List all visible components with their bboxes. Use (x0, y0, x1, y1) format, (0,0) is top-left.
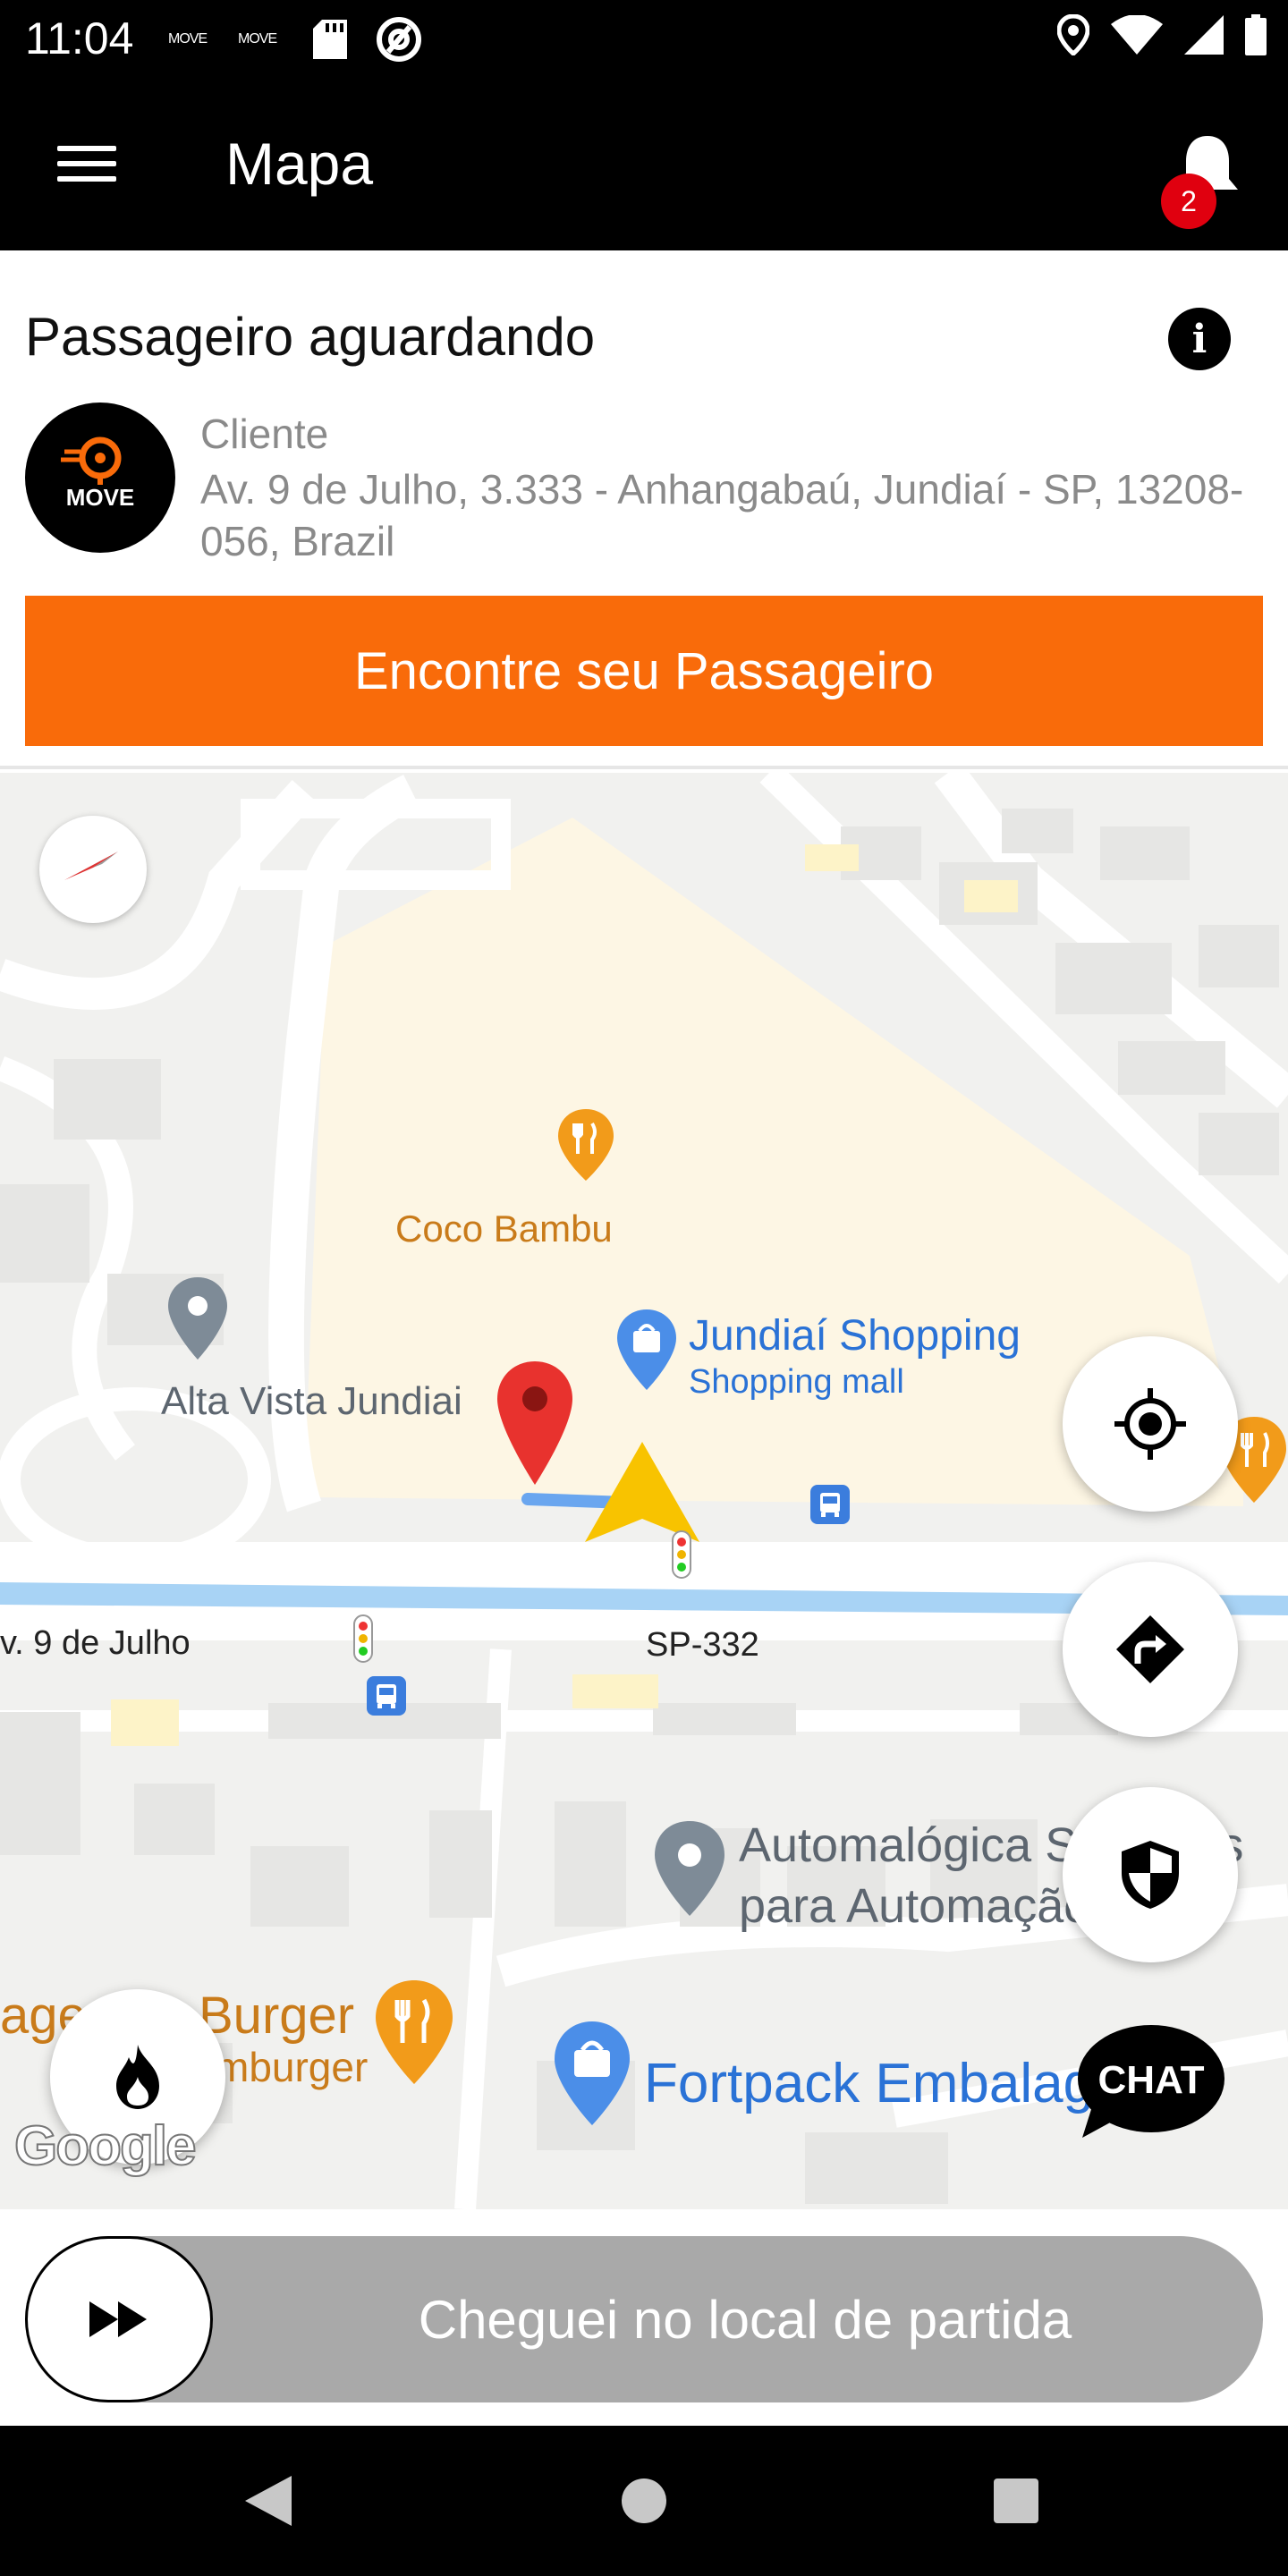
road-label-av-9-julho: v. 9 de Julho (0, 1624, 191, 1662)
arrival-slider[interactable]: Cheguei no local de partida (25, 2236, 1263, 2402)
google-logo: Google (13, 2114, 198, 2178)
place-label-automalogica-2: para Automação (739, 1879, 1091, 1933)
fast-forward-icon (89, 2301, 147, 2337)
status-time: 11:04 (25, 13, 134, 64)
status-bar: 11:04 MOVE MOVE (0, 0, 1288, 80)
traffic-light-icon (672, 1530, 691, 1579)
avatar: MOVE (25, 402, 175, 553)
home-icon (622, 2479, 666, 2523)
find-passenger-button[interactable]: Encontre seu Passageiro (25, 596, 1263, 746)
place-label-alta-vista: Alta Vista Jundiai (161, 1379, 462, 1423)
menu-button[interactable] (47, 123, 127, 204)
shopping-pin-icon[interactable] (553, 2020, 631, 2127)
home-button[interactable] (608, 2465, 680, 2537)
passenger-card: Passageiro aguardando i MOVE Cliente Av.… (0, 250, 1288, 769)
place-label-burger: Burger (199, 1987, 355, 2045)
info-icon: i (1191, 316, 1208, 362)
battery-icon (1245, 14, 1267, 55)
svg-text:CHAT: CHAT (1098, 2058, 1205, 2102)
system-nav-bar (0, 2426, 1288, 2576)
at-sign-icon (376, 17, 422, 62)
arrival-slider-area: Cheguei no local de partida (0, 2209, 1288, 2426)
recents-button[interactable] (980, 2465, 1052, 2537)
bus-stop-icon[interactable] (810, 1485, 850, 1524)
flame-icon (116, 2045, 159, 2109)
location-icon (1057, 14, 1089, 55)
sd-card-icon (313, 20, 347, 59)
card-title: Passageiro aguardando (25, 307, 596, 367)
notification-badge: 2 (1161, 174, 1216, 229)
restaurant-pin-icon[interactable] (374, 1979, 454, 2086)
wifi-icon (1111, 15, 1163, 55)
compass-button[interactable] (39, 816, 147, 923)
place-category-label: Shopping mall (689, 1363, 904, 1401)
directions-button[interactable] (1063, 1562, 1238, 1737)
back-button[interactable] (233, 2465, 304, 2537)
place-label-coco-bambu: Coco Bambu (395, 1208, 613, 1250)
road-label-sp-332: SP-332 (646, 1626, 759, 1664)
directions-icon (1116, 1615, 1184, 1683)
traffic-light-icon (353, 1614, 373, 1663)
recents-icon (994, 2479, 1038, 2523)
map-view[interactable]: Coco Bambu Alta Vista Jundiai Jundiaí Sh… (0, 773, 1288, 2209)
place-pin-icon[interactable] (166, 1275, 229, 1361)
move-logo: MOVE (61, 436, 135, 511)
info-button[interactable]: i (1168, 308, 1231, 370)
chat-bubble-icon: CHAT (1078, 2025, 1224, 2138)
compass-icon (64, 852, 118, 880)
app-bar: Mapa (0, 80, 1288, 250)
slider-handle[interactable] (25, 2236, 213, 2402)
bus-stop-icon[interactable] (367, 1676, 406, 1716)
svg-text:MOVE: MOVE (66, 484, 135, 511)
hamburger-icon (57, 146, 116, 151)
page-title: Mapa (225, 131, 374, 197)
client-label: Cliente (200, 411, 329, 457)
client-address: Av. 9 de Julho, 3.333 - Anhangabaú, Jund… (200, 466, 1244, 564)
shield-icon (1122, 1841, 1179, 1909)
slider-label: Cheguei no local de partida (418, 2289, 1072, 2350)
back-icon (245, 2476, 292, 2526)
signal-icon (1184, 15, 1224, 55)
destination-pin-icon[interactable] (496, 1360, 574, 1487)
notification-icon-move: MOVE (168, 31, 208, 47)
place-label-burger-2: mburger (215, 2044, 369, 2090)
notification-icon-move: MOVE (238, 31, 277, 47)
place-label-jundiai-shopping: Jundiaí Shopping (689, 1312, 1021, 1360)
status-icons (1057, 14, 1267, 55)
my-location-button[interactable] (1063, 1336, 1238, 1512)
shopping-pin-icon[interactable] (615, 1308, 678, 1392)
safety-button[interactable] (1063, 1787, 1238, 1962)
restaurant-pin-icon[interactable] (556, 1107, 615, 1182)
chat-button[interactable]: CHAT (1077, 2023, 1225, 2140)
crosshair-icon (1114, 1388, 1186, 1460)
place-pin-icon[interactable] (653, 1819, 726, 1918)
